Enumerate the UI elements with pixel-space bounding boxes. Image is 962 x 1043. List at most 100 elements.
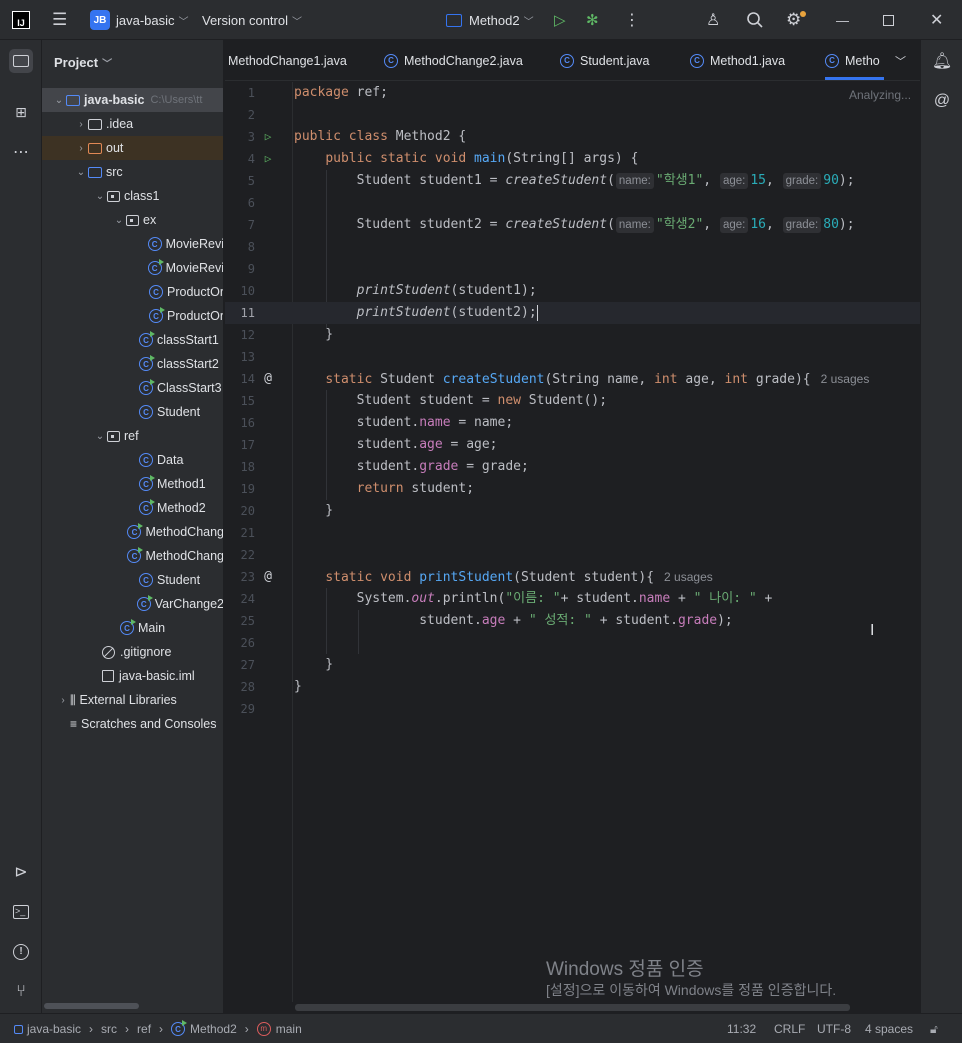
close-button[interactable]: ✕ [930, 0, 943, 40]
project-badge: JB [90, 10, 110, 30]
tree-item[interactable]: .gitignore [42, 640, 223, 664]
tree-item[interactable]: C MethodChang [42, 544, 223, 568]
class-icon: C [560, 53, 574, 68]
line-separator[interactable]: CRLF [774, 1014, 805, 1043]
tree-item[interactable]: C ClassStart3 [42, 376, 223, 400]
chevron-right-icon[interactable]: › [74, 119, 88, 130]
tree-item[interactable]: ≡ Scratches and Consoles [42, 712, 223, 736]
tree-item[interactable]: C MovieRevi [42, 232, 223, 256]
breadcrumb-item[interactable]: java-basic [27, 1022, 81, 1036]
run-class-gutter-icon[interactable]: ▷ [261, 126, 275, 148]
main-menu-logo[interactable]: IJ [12, 0, 30, 40]
folder-icon [88, 142, 102, 154]
project-panel-title: Project [54, 54, 99, 70]
tree-item[interactable]: C ProductOr [42, 304, 223, 328]
maximize-icon [883, 14, 894, 26]
tree-item[interactable]: › ⫼ External Libraries [42, 688, 223, 712]
more-actions-icon[interactable]: ⋮ [624, 0, 640, 40]
scrollbar-thumb[interactable] [44, 1003, 139, 1009]
tree-root-java-basic[interactable]: ⌄ java-basic C:\Users\tt [42, 88, 223, 112]
usages-gutter-icon[interactable]: @ [261, 368, 275, 390]
chevron-down-icon[interactable]: ⌄ [112, 215, 126, 226]
tree-item-label: ClassStart3 [157, 381, 222, 395]
file-encoding[interactable]: UTF-8 [817, 1014, 851, 1043]
settings-button[interactable]: ⚙ [786, 0, 806, 40]
tree-item[interactable]: › out [42, 136, 223, 160]
tree-item[interactable]: C Method2 [42, 496, 223, 520]
breadcrumb-item[interactable]: ref [137, 1022, 151, 1036]
tree-item[interactable]: C MovieRevi [42, 256, 223, 280]
vcs-menu[interactable]: Version control ﹀ [202, 0, 302, 40]
run-config-selector[interactable]: Method2 ﹀ [446, 0, 534, 40]
structure-tool-button[interactable]: ⊞ [9, 100, 33, 124]
tree-item[interactable]: C VarChange2 [42, 592, 223, 616]
chevron-down-icon[interactable]: ⌄ [52, 95, 66, 106]
tree-item[interactable]: C Student [42, 568, 223, 592]
run-main-gutter-icon[interactable]: ▷ [261, 148, 275, 170]
ai-assistant-button[interactable]: @ [930, 89, 954, 113]
tab-methodchange1[interactable]: MethodChange1.java [228, 40, 347, 81]
tab-methodchange2[interactable]: C MethodChange2.java [384, 40, 523, 81]
tab-student[interactable]: C Student.java [560, 40, 650, 81]
code-editor[interactable]: Analyzing... 1 package ref; 2 3 ▷ public… [225, 82, 920, 1011]
chevron-down-icon[interactable]: ⌄ [74, 167, 88, 178]
project-tool-button[interactable] [9, 49, 33, 73]
minimize-button[interactable]: — [836, 0, 849, 40]
bug-icon: ✻ [586, 12, 599, 29]
chevron-down-icon: ﹀ [102, 58, 113, 70]
tree-item[interactable]: C ProductOr [42, 280, 224, 304]
tree-item-label: .gitignore [120, 645, 172, 659]
tree-item[interactable]: ⌄ src [42, 160, 223, 184]
usages-hint[interactable]: 2 usages [821, 372, 870, 386]
tree-item[interactable]: ⌄ ref [42, 424, 223, 448]
chevron-down-icon[interactable]: ⌄ [93, 431, 107, 442]
chevron-right-icon: › [159, 1022, 164, 1036]
terminal-tool-button[interactable]: >_ [9, 900, 33, 924]
tree-item[interactable]: java-basic.iml [42, 664, 223, 688]
tree-item[interactable]: CclassStart1 [42, 328, 223, 352]
line-number: 22 [240, 548, 255, 562]
breadcrumb-item[interactable]: main [276, 1022, 302, 1036]
chevron-right-icon[interactable]: › [56, 695, 70, 706]
usages-gutter-icon[interactable]: @ [261, 566, 275, 588]
notifications-button[interactable]: 🔔︎ [930, 49, 954, 73]
indent-setting[interactable]: 4 spaces [865, 1014, 913, 1043]
problems-tool-button[interactable]: ! [9, 940, 33, 964]
project-panel-header[interactable]: Project ﹀ [42, 40, 223, 84]
search-button[interactable] [746, 0, 764, 40]
tree-item[interactable]: C Main [42, 616, 223, 640]
breadcrumb-item[interactable]: Method2 [190, 1022, 237, 1036]
tree-item[interactable]: C Method1 [42, 472, 223, 496]
tree-item[interactable]: C Data [42, 448, 223, 472]
tree-item[interactable]: CclassStart2 [42, 352, 223, 376]
tree-item[interactable]: ⌄ ex [42, 208, 223, 232]
tree-item[interactable]: C MethodChang [42, 520, 223, 544]
code-line-25: 25 student.age + " 성적: " + student.grade… [225, 610, 920, 632]
run-button[interactable]: ▷ [554, 0, 566, 40]
debug-button[interactable]: ✻ [586, 0, 599, 40]
tab-method1[interactable]: C Method1.java [690, 40, 785, 81]
tab-method2[interactable]: C Metho [825, 40, 884, 81]
caret-position[interactable]: 11:32 [727, 1014, 756, 1043]
tree-item[interactable]: › .idea [42, 112, 223, 136]
read-only-toggle[interactable]: 🔓︎ [930, 1014, 938, 1043]
package-icon [107, 190, 120, 202]
editor-horizontal-scrollbar[interactable] [295, 1004, 850, 1011]
usages-hint[interactable]: 2 usages [664, 570, 713, 584]
services-tool-button[interactable]: ⊳ [9, 860, 33, 884]
chevron-right-icon[interactable]: › [74, 143, 88, 154]
hamburger-menu-icon[interactable]: ☰ [52, 0, 67, 40]
project-switcher[interactable]: JB java-basic ﹀ [90, 0, 189, 40]
project-horizontal-scrollbar[interactable] [42, 1002, 224, 1010]
line-number: 21 [240, 526, 255, 540]
more-tools-button[interactable]: ⋯ [9, 140, 33, 164]
tree-item[interactable]: ⌄ class1 [42, 184, 223, 208]
add-user-icon[interactable]: ♙ [706, 0, 720, 40]
git-tool-button[interactable]: ⑂ [9, 980, 33, 1004]
maximize-button[interactable] [883, 0, 894, 40]
breadcrumb-item[interactable]: src [101, 1022, 117, 1036]
tree-item-label: ProductOr [167, 285, 224, 299]
chevron-down-icon[interactable]: ⌄ [93, 191, 107, 202]
tree-item[interactable]: C Student [42, 400, 223, 424]
tab-list-dropdown[interactable]: ﹀ [895, 40, 906, 81]
